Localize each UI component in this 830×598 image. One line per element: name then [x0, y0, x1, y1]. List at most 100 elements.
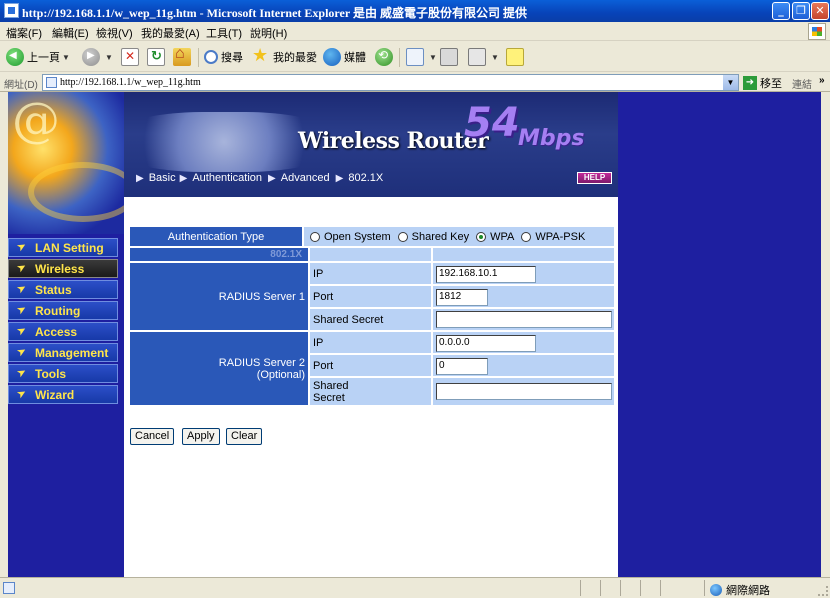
go-arrow-icon: ➜: [743, 75, 757, 90]
sidebar-item-wireless[interactable]: Wireless: [8, 259, 118, 278]
server1-secret-input[interactable]: [436, 311, 612, 328]
radio-wpa-psk[interactable]: [521, 231, 532, 242]
radio-open-system[interactable]: [310, 231, 320, 242]
sidebar-item-label: Access: [35, 324, 78, 339]
server2-secret-input[interactable]: [436, 383, 612, 400]
server2-port-label: Port: [310, 355, 431, 376]
search-label: 搜尋: [221, 52, 243, 64]
menu-file[interactable]: 檔案(F): [6, 25, 42, 41]
favorites-label: 我的最愛: [273, 52, 317, 64]
swirl-decoration: [28, 162, 138, 222]
radius-server-2-title: RADIUS Server 2: [218, 356, 305, 369]
menu-tools[interactable]: 工具(T): [206, 25, 242, 41]
server2-port-input[interactable]: 0: [436, 358, 488, 375]
page-status-icon: [3, 582, 15, 594]
stop-button[interactable]: [121, 47, 142, 67]
tab-basic[interactable]: Basic: [149, 172, 176, 184]
server2-ip-label: IP: [310, 332, 431, 353]
globe-icon: [710, 584, 722, 596]
menu-bar: 檔案(F) 編輯(E) 檢視(V) 我的最愛(A) 工具(T) 說明(H): [0, 22, 830, 41]
media-label: 媒體: [344, 52, 366, 64]
window-titlebar[interactable]: http://192.168.1.1/w_wep_11g.htm - Micro…: [0, 0, 830, 22]
tab-authentication[interactable]: Authentication: [192, 172, 262, 184]
sidebar-item-access[interactable]: Access: [8, 322, 118, 341]
forward-button[interactable]: ▼: [82, 47, 113, 67]
address-input[interactable]: http://192.168.1.1/w_wep_11g.htm ▼: [42, 74, 739, 91]
sidebar-item-label: Tools: [35, 366, 67, 381]
cancel-button[interactable]: Cancel: [130, 428, 175, 445]
menu-help[interactable]: 說明(H): [250, 25, 287, 41]
radius-server-2-label: RADIUS Server 2 (Optional): [130, 332, 308, 405]
help-button[interactable]: HELP: [577, 172, 612, 184]
back-arrow-icon: [6, 48, 24, 66]
breadcrumb-arrow-icon: ▶: [335, 172, 344, 184]
edit-dropdown-icon[interactable]: ▼: [491, 53, 499, 62]
sidebar-item-lan-setting[interactable]: LAN Setting: [8, 238, 118, 257]
menu-view[interactable]: 檢視(V): [96, 25, 133, 41]
server1-ip-input[interactable]: 192.168.10.1: [436, 266, 536, 283]
zone-label: 網際網路: [726, 585, 770, 597]
apply-button[interactable]: Apply: [182, 428, 220, 445]
home-button[interactable]: [173, 45, 194, 67]
forward-dropdown-icon[interactable]: ▼: [105, 53, 113, 62]
sidebar-item-tools[interactable]: Tools: [8, 364, 118, 383]
refresh-button[interactable]: [147, 47, 168, 67]
clear-button[interactable]: Clear: [226, 428, 263, 445]
sidebar-item-routing[interactable]: Routing: [8, 301, 118, 320]
server1-secret-label: Shared Secret: [310, 309, 431, 330]
resize-grip-icon[interactable]: [818, 586, 828, 596]
note-button[interactable]: [506, 47, 527, 67]
sidebar-item-management[interactable]: Management: [8, 343, 118, 362]
tab-802-1x[interactable]: 802.1X: [348, 172, 383, 184]
arrow-bullet-icon: [17, 327, 27, 337]
favorites-button[interactable]: 我的最愛: [252, 45, 317, 67]
maximize-button[interactable]: ❐: [792, 2, 810, 20]
sidebar-item-wizard[interactable]: Wizard: [8, 385, 118, 404]
go-button[interactable]: ➜ 移至: [743, 75, 782, 90]
section-filler: [310, 248, 431, 261]
sidebar-item-status[interactable]: Status: [8, 280, 118, 299]
server1-port-input[interactable]: 1812: [436, 289, 488, 306]
links-label[interactable]: 連結: [792, 76, 812, 91]
speed-number: 54: [464, 100, 520, 146]
address-dropdown-icon[interactable]: ▼: [723, 75, 738, 90]
stop-icon: [121, 48, 139, 66]
close-button[interactable]: ✕: [811, 2, 829, 20]
menu-edit[interactable]: 編輯(E): [52, 25, 89, 41]
speed-unit: Mbps: [518, 126, 585, 151]
links-more-chevron-icon[interactable]: »: [819, 75, 825, 86]
refresh-icon: [147, 48, 165, 66]
arrow-bullet-icon: [17, 348, 27, 358]
menu-favorites[interactable]: 我的最愛(A): [141, 25, 200, 41]
at-logo: @: [8, 92, 138, 234]
back-dropdown-icon[interactable]: ▼: [62, 53, 70, 62]
mail-dropdown-icon[interactable]: ▼: [429, 53, 437, 62]
status-divider: [600, 580, 601, 596]
at-symbol-icon: @: [12, 92, 60, 148]
arrow-bullet-icon: [17, 243, 27, 253]
sidebar-item-label: Routing: [35, 303, 81, 318]
auth-type-label: Authentication Type: [130, 227, 302, 246]
search-button[interactable]: 搜尋: [204, 47, 243, 67]
arrow-bullet-icon: [17, 285, 27, 295]
windows-logo-icon: [808, 23, 826, 40]
mail-button[interactable]: ▼: [406, 47, 437, 67]
server2-ip-input[interactable]: 0.0.0.0: [436, 335, 536, 352]
radio-wpa[interactable]: [476, 231, 487, 242]
radio-shared-key[interactable]: [397, 231, 408, 242]
minimize-button[interactable]: _: [772, 2, 790, 20]
server2-secret-label: Shared Secret: [310, 378, 431, 405]
back-button[interactable]: 上一頁 ▼: [6, 47, 70, 67]
media-button[interactable]: 媒體: [323, 47, 366, 67]
server1-ip-label: IP: [310, 263, 431, 284]
server2-secret-label-line2: Secret: [313, 391, 345, 404]
history-button[interactable]: [375, 47, 396, 67]
router-header-banner: Wireless Router 54 Mbps ▶ Basic ▶ Authen…: [124, 92, 618, 197]
edit-button[interactable]: ▼: [468, 47, 499, 67]
status-divider: [580, 580, 581, 596]
option-shared-key-label: Shared Key: [411, 230, 470, 243]
print-button[interactable]: [440, 47, 461, 67]
radius-server-2-optional: (Optional): [256, 368, 305, 381]
tab-advanced[interactable]: Advanced: [281, 172, 330, 184]
favorites-star-icon: [252, 45, 270, 66]
